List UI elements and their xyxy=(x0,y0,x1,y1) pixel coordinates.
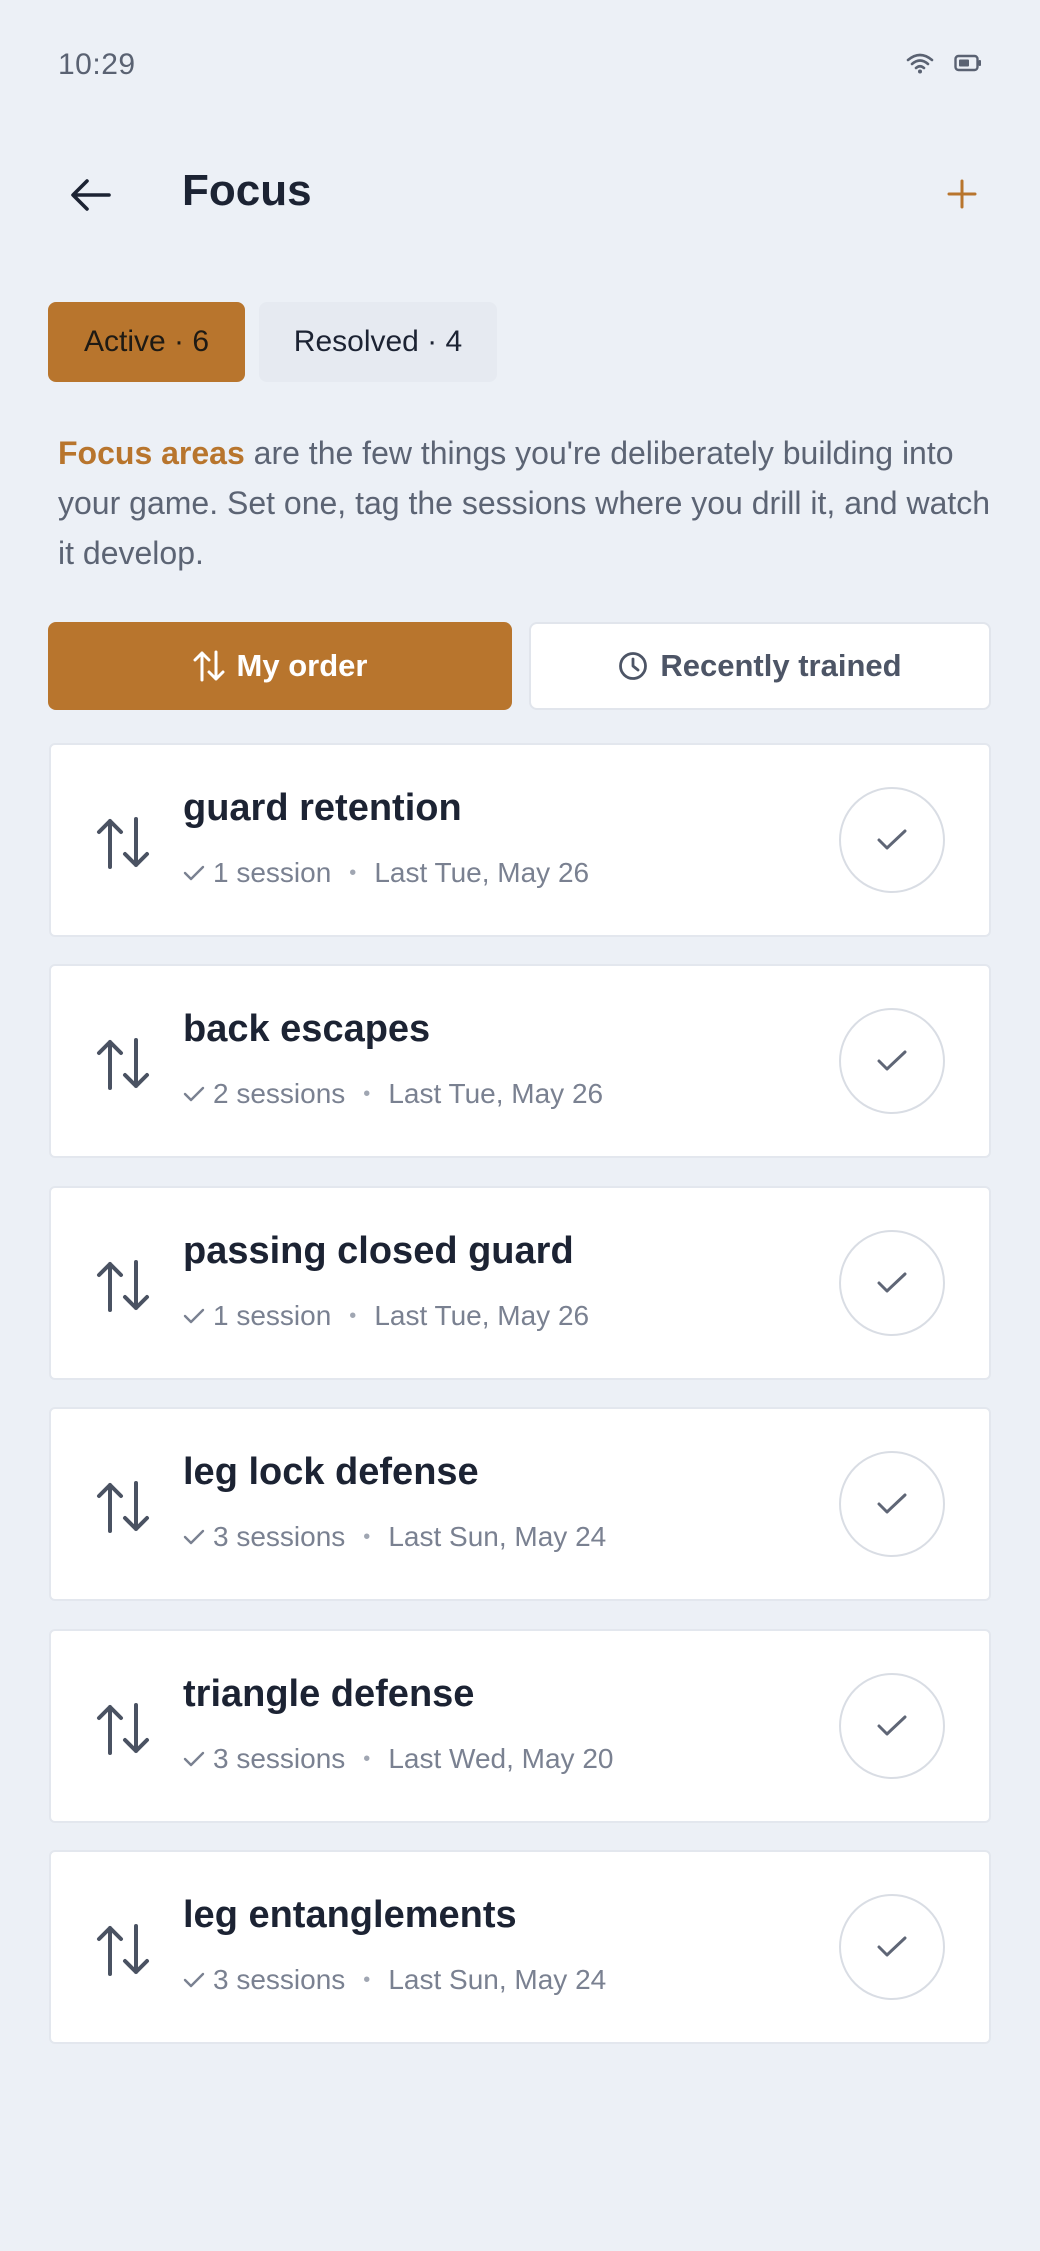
session-count: 1 session xyxy=(213,857,332,888)
focus-card[interactable]: back escapes 2 sessions • Last Tue, May … xyxy=(49,964,991,1158)
back-arrow-icon xyxy=(71,179,111,211)
check-icon xyxy=(877,1715,907,1736)
session-count: 3 sessions xyxy=(213,1521,346,1552)
app-bar: Focus xyxy=(0,140,1040,250)
last-trained: Last Tue, May 26 xyxy=(374,1300,590,1331)
check-small-icon xyxy=(183,1529,205,1545)
clock-icon xyxy=(619,652,648,680)
check-small-icon xyxy=(183,1972,205,1988)
sort-my-order-label: My order xyxy=(236,648,368,683)
drag-handle-icon[interactable] xyxy=(95,1258,151,1314)
focus-card[interactable]: leg entanglements 3 sessions • Last Sun,… xyxy=(49,1850,991,2044)
session-count: 3 sessions xyxy=(213,1964,346,1995)
check-icon xyxy=(877,1493,907,1514)
sort-arrows-icon xyxy=(193,650,225,682)
status-bar: 10:29 xyxy=(0,0,1040,130)
separator-dot: • xyxy=(349,1304,357,1327)
drag-handle-icon[interactable] xyxy=(95,1036,151,1092)
sort-my-order-button[interactable]: My order xyxy=(48,622,512,710)
battery-icon xyxy=(954,54,981,72)
focus-title: leg entanglements xyxy=(183,1894,517,1936)
last-trained: Last Wed, May 20 xyxy=(388,1743,614,1774)
focus-card[interactable]: passing closed guard 1 session • Last Tu… xyxy=(49,1186,991,1380)
last-trained: Last Sun, May 24 xyxy=(388,1521,607,1552)
wifi-icon xyxy=(906,53,934,74)
focus-title: back escapes xyxy=(183,1008,431,1050)
session-count: 3 sessions xyxy=(213,1743,346,1774)
focus-meta: 3 sessions • Last Sun, May 24 xyxy=(183,1521,606,1553)
last-trained: Last Sun, May 24 xyxy=(388,1964,607,1995)
check-small-icon xyxy=(183,865,205,881)
focus-meta: 3 sessions • Last Sun, May 24 xyxy=(183,1964,606,1996)
last-trained: Last Tue, May 26 xyxy=(374,857,590,888)
focus-title: leg lock defense xyxy=(183,1451,479,1493)
focus-meta: 1 session • Last Tue, May 26 xyxy=(183,1300,589,1332)
focus-card[interactable]: leg lock defense 3 sessions • Last Sun, … xyxy=(49,1407,991,1601)
session-count: 1 session xyxy=(213,1300,332,1331)
focus-meta: 2 sessions • Last Tue, May 26 xyxy=(183,1078,603,1110)
resolve-button[interactable] xyxy=(839,1894,945,2000)
check-icon xyxy=(877,1050,907,1071)
status-icons xyxy=(906,52,982,74)
resolve-button[interactable] xyxy=(839,1008,945,1114)
page-title: Focus xyxy=(182,166,312,215)
session-count: 2 sessions xyxy=(213,1078,346,1109)
focus-card[interactable]: guard retention 1 session • Last Tue, Ma… xyxy=(49,743,991,937)
intro-text: Focus areas are the few things you're de… xyxy=(58,428,998,578)
check-small-icon xyxy=(183,1751,205,1767)
sort-recently-trained-label: Recently trained xyxy=(660,648,902,683)
resolve-button[interactable] xyxy=(839,1230,945,1336)
tab-active[interactable]: Active · 6 xyxy=(48,302,245,382)
separator-dot: • xyxy=(363,1525,371,1548)
drag-handle-icon[interactable] xyxy=(95,1479,151,1535)
status-time: 10:29 xyxy=(58,48,136,81)
check-small-icon xyxy=(183,1086,205,1102)
tab-resolved[interactable]: Resolved · 4 xyxy=(259,302,497,382)
drag-handle-icon[interactable] xyxy=(95,815,151,871)
focus-title: triangle defense xyxy=(183,1673,475,1715)
focus-meta: 1 session • Last Tue, May 26 xyxy=(183,857,589,889)
check-icon xyxy=(877,829,907,850)
drag-handle-icon[interactable] xyxy=(95,1922,151,1978)
last-trained: Last Tue, May 26 xyxy=(388,1078,604,1109)
separator-dot: • xyxy=(349,861,357,884)
focus-meta: 3 sessions • Last Wed, May 20 xyxy=(183,1743,613,1775)
resolve-button[interactable] xyxy=(839,1673,945,1779)
add-focus-button[interactable] xyxy=(932,164,992,224)
resolve-button[interactable] xyxy=(839,1451,945,1557)
focus-title: passing closed guard xyxy=(183,1230,574,1272)
focus-title: guard retention xyxy=(183,787,462,829)
check-small-icon xyxy=(183,1308,205,1324)
sort-recently-trained-button[interactable]: Recently trained xyxy=(529,622,991,710)
separator-dot: • xyxy=(363,1968,371,1991)
separator-dot: • xyxy=(363,1082,371,1105)
check-icon xyxy=(877,1936,907,1957)
separator-dot: • xyxy=(363,1747,371,1770)
check-icon xyxy=(877,1272,907,1293)
back-button[interactable] xyxy=(60,165,120,225)
plus-icon xyxy=(947,179,977,209)
focus-card[interactable]: triangle defense 3 sessions • Last Wed, … xyxy=(49,1629,991,1823)
drag-handle-icon[interactable] xyxy=(95,1701,151,1757)
intro-accent: Focus areas xyxy=(58,435,245,471)
resolve-button[interactable] xyxy=(839,787,945,893)
